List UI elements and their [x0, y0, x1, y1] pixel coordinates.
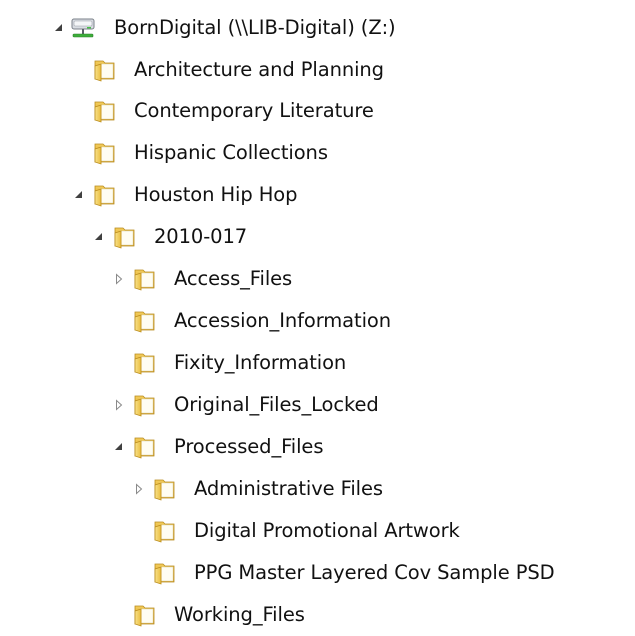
tree-item-label: Access_Files [174, 267, 293, 290]
collapse-arrow-icon[interactable] [112, 272, 126, 286]
folder-icon [152, 518, 178, 544]
folder-icon [112, 224, 138, 250]
tree-item-label: Original_Files_Locked [174, 393, 379, 416]
collapse-arrow-icon[interactable] [132, 482, 146, 496]
expand-arrow-icon[interactable] [72, 188, 86, 202]
folder-icon [92, 98, 118, 124]
folder-icon [152, 476, 178, 502]
expand-arrow-icon[interactable] [92, 230, 106, 244]
folder-icon [92, 182, 118, 208]
expand-arrow-icon[interactable] [52, 21, 66, 35]
folder-icon [132, 392, 158, 418]
tree-item-label: Contemporary Literature [134, 99, 374, 122]
tree-item-label: Houston Hip Hop [134, 183, 298, 206]
tree-item-label: Administrative Files [194, 477, 383, 500]
tree-item-label: BornDigital (\\LIB-Digital) (Z:) [114, 16, 396, 39]
network-drive-icon [70, 15, 96, 41]
tree-item-label: Digital Promotional Artwork [194, 519, 460, 542]
folder-icon [132, 602, 158, 628]
folder-icon [132, 266, 158, 292]
tree-item-label: PPG Master Layered Cov Sample PSD [194, 561, 555, 584]
folder-icon [132, 308, 158, 334]
folder-tree: BornDigital (\\LIB-Digital) (Z:) Archite… [0, 0, 635, 636]
folder-icon [92, 57, 118, 83]
tree-item-label: Accession_Information [174, 309, 391, 332]
tree-item-label: Architecture and Planning [134, 58, 384, 81]
collapse-arrow-icon[interactable] [112, 398, 126, 412]
folder-icon [92, 140, 118, 166]
tree-item-label: Hispanic Collections [134, 141, 328, 164]
folder-icon [152, 560, 178, 586]
tree-item-label: Working_Files [174, 603, 305, 626]
folder-icon [132, 350, 158, 376]
expand-arrow-icon[interactable] [112, 440, 126, 454]
tree-item-label: 2010-017 [154, 225, 248, 248]
tree-item-label: Fixity_Information [174, 351, 347, 374]
folder-icon [132, 434, 158, 460]
tree-item-label: Processed_Files [174, 435, 324, 458]
